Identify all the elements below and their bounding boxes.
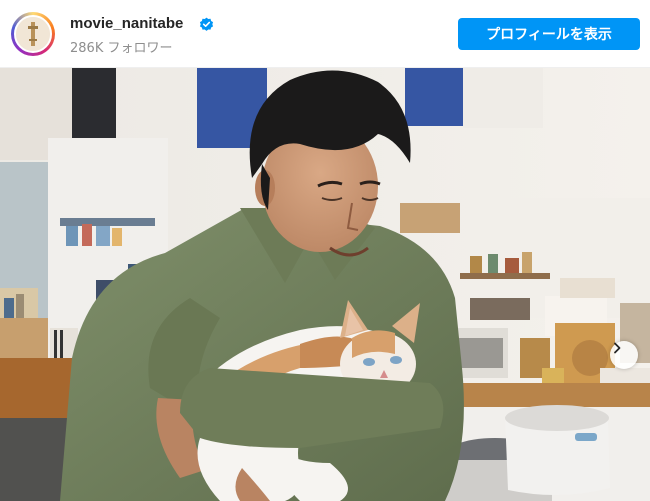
- carousel-next-button[interactable]: [610, 341, 638, 369]
- post-header: movie_nanitabe 286K フォロワー プロフィールを表示: [0, 0, 650, 68]
- avatar-story-ring[interactable]: [11, 12, 55, 56]
- avatar-image: [16, 17, 50, 51]
- post-photo[interactable]: [0, 68, 650, 501]
- view-profile-button[interactable]: プロフィールを表示: [458, 18, 640, 50]
- username[interactable]: movie_nanitabe: [70, 15, 183, 32]
- chevron-right-icon: [614, 342, 621, 354]
- verified-badge-icon: [199, 17, 214, 31]
- follower-count: 286K フォロワー: [70, 41, 173, 56]
- avatar[interactable]: [14, 15, 52, 53]
- photo-man-holding-cat: [0, 68, 650, 501]
